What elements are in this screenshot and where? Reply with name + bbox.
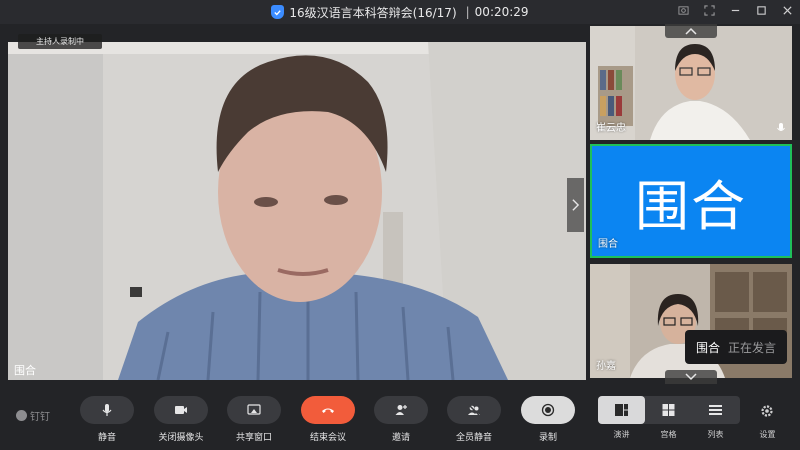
mute-all-icon [468, 404, 480, 416]
list-view-icon [709, 405, 722, 415]
participant-name: 孙嘉 [596, 361, 616, 372]
mic-icon [102, 404, 112, 416]
shield-icon [271, 5, 285, 19]
record-label: 录制 [538, 433, 557, 443]
share-screen-icon [247, 404, 261, 415]
end-meeting-label: 结束会议 [309, 433, 346, 443]
list-view-button[interactable] [692, 396, 739, 424]
scroll-down-button[interactable] [665, 370, 717, 384]
camera-icon [175, 406, 187, 414]
mute-all-label: 全员静音 [455, 433, 492, 443]
meeting-title: 16级汉语言本科答辩会(16/17) [289, 5, 457, 20]
list-view-label: 列表 [707, 430, 724, 439]
invite-button[interactable] [374, 396, 428, 424]
brand-name: 钉钉 [30, 412, 50, 423]
close-icon[interactable] [780, 3, 794, 17]
gear-icon [761, 405, 773, 417]
camera-label: 关闭摄像头 [158, 433, 204, 443]
brand-logo: 钉钉 [16, 408, 50, 423]
participant-name: 崔云忠 [596, 123, 626, 134]
recording-badge: 主持人录制中 [18, 34, 102, 49]
title-bar: 16级汉语言本科答辩会(16/17) | 00:20:29 [0, 0, 800, 24]
main-participant-name: 围合 [14, 364, 36, 377]
main-video[interactable] [8, 42, 586, 380]
mute-button[interactable] [80, 396, 134, 424]
window-controls [676, 3, 794, 17]
meeting-timer: 00:20:29 [474, 5, 529, 19]
record-button[interactable] [521, 396, 575, 424]
avatar-name: 围合 [635, 174, 747, 238]
screenshot-icon[interactable] [676, 3, 690, 17]
bottom-toolbar: 钉钉 静音 关闭摄像头 共享窗口 结束会议 邀请 全员静音 录制 演讲 宫格 列… [0, 386, 800, 450]
hangup-icon [322, 408, 334, 413]
end-meeting-button[interactable] [301, 396, 355, 424]
mic-icon [777, 123, 785, 131]
speaking-indicator: 围合 正在发言 [685, 330, 787, 364]
view-switcher [598, 396, 740, 424]
participant-tile[interactable]: 崔云忠 [590, 26, 792, 140]
scroll-up-button[interactable] [665, 24, 717, 38]
participant-name: 围合 [598, 239, 618, 250]
minimize-icon[interactable] [728, 3, 742, 17]
grid-view-label: 宫格 [660, 430, 677, 439]
invite-icon [395, 405, 407, 415]
grid-view-button[interactable] [645, 396, 692, 424]
chevron-up-icon [685, 27, 697, 35]
meeting-window: 16级汉语言本科答辩会(16/17) | 00:20:29 主持人录制中 围合 … [0, 0, 800, 450]
next-page-button[interactable] [567, 178, 584, 232]
mute-all-button[interactable] [447, 396, 501, 424]
title-wrap: 16级汉语言本科答辩会(16/17) | 00:20:29 [271, 4, 529, 21]
fullscreen-icon[interactable] [702, 3, 716, 17]
speaker-view-label: 演讲 [613, 430, 630, 439]
title-separator: | [465, 5, 470, 19]
chevron-down-icon [685, 373, 697, 381]
speaking-name: 围合 [695, 340, 720, 355]
camera-button[interactable] [154, 396, 208, 424]
speaker-video-image [8, 42, 586, 380]
participant-tile-active[interactable]: 围合 围合 [590, 144, 792, 258]
speaker-view-button[interactable] [598, 396, 645, 424]
maximize-icon[interactable] [754, 3, 768, 17]
settings-label: 设置 [759, 430, 776, 439]
invite-label: 邀请 [391, 433, 410, 443]
settings-button[interactable] [756, 400, 778, 422]
dingtalk-icon [16, 410, 27, 421]
mute-label: 静音 [97, 433, 116, 443]
share-window-label: 共享窗口 [235, 433, 272, 443]
speaker-view-icon [615, 404, 628, 416]
grid-view-icon [662, 404, 675, 416]
share-window-button[interactable] [227, 396, 281, 424]
speaking-status: 正在发言 [728, 340, 777, 355]
record-icon [541, 403, 555, 417]
chevron-right-icon [572, 199, 580, 211]
